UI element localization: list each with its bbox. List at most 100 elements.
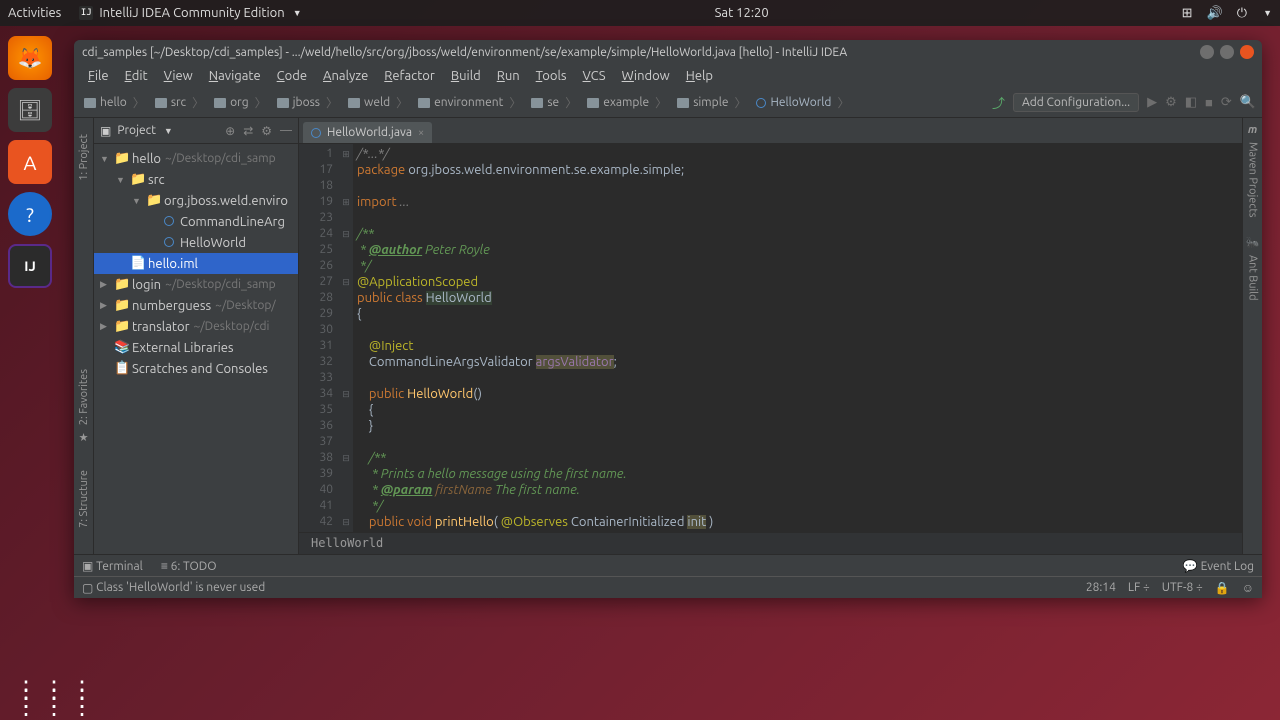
favorites-tool-tab[interactable]: 2: Favorites (78, 363, 90, 431)
tree-node[interactable]: ▼📁org.jboss.weld.enviro (94, 190, 298, 211)
locate-icon[interactable]: ⊕ (225, 124, 235, 138)
tree-node[interactable]: 📚External Libraries (94, 337, 298, 358)
tree-node[interactable]: 📄hello.iml (94, 253, 298, 274)
project-panel-header[interactable]: ▣ Project ▼ ⊕ ⇄ ⚙ — (94, 118, 298, 144)
right-tool-tabs: m Maven Projects 🐜 Ant Build (1242, 118, 1262, 554)
tree-node[interactable]: ▼📁src (94, 169, 298, 190)
todo-tab[interactable]: ≡ 6: TODO (161, 559, 217, 573)
breadcrumb-item[interactable]: jboss〉 (273, 92, 344, 113)
breadcrumb-item[interactable]: environment〉 (414, 92, 527, 113)
tree-node[interactable]: 📋Scratches and Consoles (94, 358, 298, 379)
tree-node[interactable]: ▶📁translator ~/Desktop/cdi (94, 316, 298, 337)
line-gutter[interactable]: 1171819232425262728293031323334353637383… (299, 144, 339, 532)
menu-help[interactable]: Help (680, 67, 719, 85)
event-log-tab[interactable]: 💬 Event Log (1183, 559, 1254, 573)
menu-navigate[interactable]: Navigate (203, 67, 267, 85)
structure-tool-tab[interactable]: 7: Structure (78, 464, 90, 534)
menu-edit[interactable]: Edit (119, 67, 154, 85)
breadcrumb-item[interactable]: hello〉 (80, 92, 151, 113)
editor-tabs: HelloWorld.java × (299, 118, 1242, 144)
fold-gutter[interactable]: ⊞⊞⊟⊟⊟⊟⊟ (339, 144, 353, 532)
tree-node[interactable]: ▶📁numberguess ~/Desktop/ (94, 295, 298, 316)
breadcrumb-item[interactable]: src〉 (151, 92, 210, 113)
editor-area: HelloWorld.java × 1171819232425262728293… (299, 118, 1242, 554)
build-icon[interactable]: ⤴ (992, 93, 1005, 112)
code-editor[interactable]: 1171819232425262728293031323334353637383… (299, 144, 1242, 532)
status-bar: ▢ Class 'HelloWorld' is never used 28:14… (74, 576, 1262, 598)
hint-icon[interactable]: ▢ (82, 581, 93, 595)
left-tool-tabs: 1: Project 2: Favorites ★ 7: Structure (74, 118, 94, 554)
menu-refactor[interactable]: Refactor (378, 67, 441, 85)
maximize-button[interactable] (1220, 45, 1234, 59)
menu-view[interactable]: View (158, 67, 199, 85)
network-icon[interactable]: ⊞ (1182, 6, 1193, 21)
clock: Sat 12:20 (715, 6, 769, 20)
settings-icon[interactable]: ⚙ (261, 124, 272, 138)
ide-window: cdi_samples [~/Desktop/cdi_samples] - ..… (74, 40, 1262, 598)
breadcrumb-item[interactable]: se〉 (527, 92, 583, 113)
app-menu[interactable]: IJIntelliJ IDEA Community Edition▼ (79, 6, 301, 20)
tree-node[interactable]: HelloWorld (94, 232, 298, 253)
update-icon[interactable]: ⟳ (1221, 95, 1232, 110)
hide-icon[interactable]: — (280, 124, 292, 138)
firefox-launcher[interactable]: 🦊 (8, 36, 52, 80)
show-apps-button[interactable]: ⋮⋮⋮⋮⋮⋮⋮⋮⋮ (14, 686, 98, 710)
menu-tools[interactable]: Tools (530, 67, 573, 85)
menu-file[interactable]: File (82, 67, 115, 85)
navigation-bar: hello〉src〉org〉jboss〉weld〉environment〉se〉… (74, 88, 1262, 118)
software-launcher[interactable]: A (8, 140, 52, 184)
breadcrumb-item[interactable]: simple〉 (673, 92, 752, 113)
window-titlebar[interactable]: cdi_samples [~/Desktop/cdi_samples] - ..… (74, 40, 1262, 64)
activities-button[interactable]: Activities (8, 6, 61, 20)
editor-tab[interactable]: HelloWorld.java × (303, 122, 432, 143)
tree-node[interactable]: ▶📁login ~/Desktop/cdi_samp (94, 274, 298, 295)
menu-window[interactable]: Window (616, 67, 676, 85)
help-launcher[interactable]: ? (8, 192, 52, 236)
code-content[interactable]: /*...*/package org.jboss.weld.environmen… (353, 144, 1242, 532)
hector-icon[interactable]: ☺ (1242, 581, 1254, 595)
dock: 🦊 🗄 A ? IJ (0, 26, 60, 720)
breadcrumb-item[interactable]: weld〉 (344, 92, 414, 113)
project-tree[interactable]: ▼📁hello ~/Desktop/cdi_samp▼📁src▼📁org.jbo… (94, 144, 298, 554)
lock-icon[interactable]: 🔒 (1215, 581, 1230, 595)
run-config-selector[interactable]: Add Configuration... (1013, 93, 1139, 112)
stop-icon[interactable]: ■ (1205, 95, 1213, 110)
tree-node[interactable]: ▼📁hello ~/Desktop/cdi_samp (94, 148, 298, 169)
menu-vcs[interactable]: VCS (577, 67, 612, 85)
breadcrumb-item[interactable]: example〉 (583, 92, 673, 113)
editor-breadcrumb[interactable]: HelloWorld (299, 532, 1242, 554)
ant-tool-tab[interactable]: Ant Build (1247, 249, 1259, 307)
menu-build[interactable]: Build (445, 67, 487, 85)
close-button[interactable] (1240, 45, 1254, 59)
close-tab-icon[interactable]: × (418, 127, 424, 139)
bottom-tool-tabs: ▣ Terminal ≡ 6: TODO 💬 Event Log (74, 554, 1262, 576)
menu-run[interactable]: Run (491, 67, 526, 85)
menu-code[interactable]: Code (271, 67, 313, 85)
files-launcher[interactable]: 🗄 (8, 88, 52, 132)
breadcrumb-item[interactable]: HelloWorld〉 (752, 92, 855, 113)
volume-icon[interactable]: 🔊 (1207, 6, 1223, 21)
file-encoding[interactable]: UTF-8 ÷ (1162, 581, 1203, 595)
ant-icon: 🐜 (1246, 236, 1260, 249)
minimize-button[interactable] (1200, 45, 1214, 59)
run-icon[interactable]: ▶ (1147, 95, 1157, 110)
star-icon: ★ (79, 431, 89, 444)
status-message: Class 'HelloWorld' is never used (96, 581, 265, 594)
chevron-down-icon[interactable]: ▼ (164, 126, 173, 136)
caret-position[interactable]: 28:14 (1086, 581, 1116, 595)
project-tool-tab[interactable]: 1: Project (78, 128, 90, 187)
folder-icon: ▣ (100, 124, 111, 138)
gnome-topbar: Activities IJIntelliJ IDEA Community Edi… (0, 0, 1280, 26)
coverage-icon[interactable]: ◧ (1185, 95, 1197, 110)
collapse-icon[interactable]: ⇄ (243, 124, 253, 138)
search-icon[interactable]: 🔍 (1240, 95, 1256, 110)
terminal-tab[interactable]: ▣ Terminal (82, 559, 143, 573)
line-separator[interactable]: LF ÷ (1128, 581, 1150, 595)
debug-icon[interactable]: ⚙ (1165, 95, 1177, 110)
tree-node[interactable]: CommandLineArg (94, 211, 298, 232)
breadcrumb-item[interactable]: org〉 (210, 92, 272, 113)
menu-analyze[interactable]: Analyze (317, 67, 374, 85)
maven-tool-tab[interactable]: Maven Projects (1247, 136, 1259, 224)
power-icon[interactable]: ⏻ (1237, 6, 1247, 21)
intellij-launcher[interactable]: IJ (8, 244, 52, 288)
